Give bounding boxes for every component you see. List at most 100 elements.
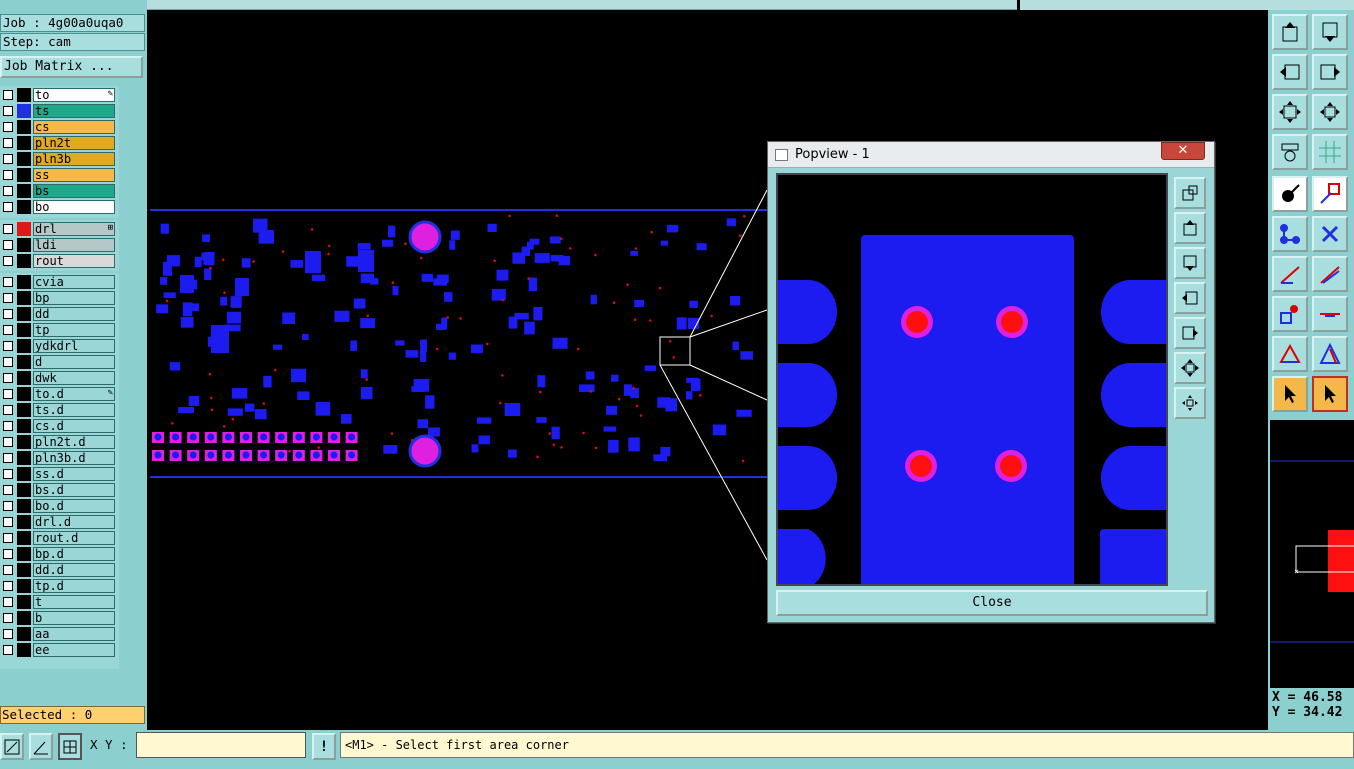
- layer-checkbox[interactable]: [3, 293, 13, 303]
- layer-checkbox[interactable]: [3, 453, 13, 463]
- layer-color-swatch[interactable]: [17, 403, 31, 417]
- layer-row-d[interactable]: d: [0, 354, 117, 370]
- layer-color-swatch[interactable]: [17, 547, 31, 561]
- layer-checkbox[interactable]: [3, 138, 13, 148]
- layer-checkbox[interactable]: [3, 501, 13, 511]
- grid-snap-icon[interactable]: [58, 733, 82, 760]
- popview-canvas[interactable]: [776, 173, 1168, 586]
- layer-row-tp[interactable]: tp: [0, 322, 117, 338]
- layer-name[interactable]: dd.d: [33, 563, 115, 577]
- layer-name[interactable]: ss: [33, 168, 115, 182]
- layer-checkbox[interactable]: [3, 581, 13, 591]
- layer-row-pln2t-d[interactable]: pln2t.d: [0, 434, 117, 450]
- layer-name[interactable]: cs.d: [33, 419, 115, 433]
- layer-color-swatch[interactable]: [17, 222, 31, 236]
- layer-name[interactable]: drl.d: [33, 515, 115, 529]
- layer-checkbox[interactable]: [3, 629, 13, 639]
- layer-color-swatch[interactable]: [17, 371, 31, 385]
- layer-checkbox[interactable]: [3, 373, 13, 383]
- layer-name[interactable]: bo: [33, 200, 115, 214]
- layer-color-swatch[interactable]: [17, 184, 31, 198]
- horizontal-line-icon[interactable]: [1312, 296, 1348, 332]
- net-connect-icon[interactable]: [1272, 216, 1308, 252]
- layer-name[interactable]: bp.d: [33, 547, 115, 561]
- layer-row-bs-d[interactable]: bs.d: [0, 482, 117, 498]
- layer-checkbox[interactable]: [3, 485, 13, 495]
- layer-checkbox[interactable]: [3, 421, 13, 431]
- layer-color-swatch[interactable]: [17, 579, 31, 593]
- layer-checkbox[interactable]: [3, 517, 13, 527]
- pan-up-icon[interactable]: [1272, 14, 1308, 50]
- snap-mode-icon[interactable]: [0, 733, 24, 760]
- measure-icon[interactable]: [29, 733, 53, 760]
- line-blue-icon[interactable]: [1312, 256, 1348, 292]
- layer-row-ss-d[interactable]: ss.d: [0, 466, 117, 482]
- layer-checkbox[interactable]: [3, 341, 13, 351]
- layer-checkbox[interactable]: [3, 240, 13, 250]
- layer-row-to[interactable]: to ✎: [0, 87, 117, 103]
- layer-checkbox[interactable]: [3, 122, 13, 132]
- layer-color-swatch[interactable]: [17, 152, 31, 166]
- layer-name[interactable]: drl: [33, 222, 115, 236]
- popview-pan-right-icon[interactable]: [1174, 317, 1206, 349]
- layer-color-swatch[interactable]: [17, 339, 31, 353]
- layer-row-tp-d[interactable]: tp.d: [0, 578, 117, 594]
- popview-home-icon[interactable]: [1174, 387, 1206, 419]
- layer-checkbox[interactable]: [3, 256, 13, 266]
- popview-pan-left-icon[interactable]: [1174, 282, 1206, 314]
- layer-color-swatch[interactable]: [17, 643, 31, 657]
- layer-checkbox[interactable]: [3, 437, 13, 447]
- layer-name[interactable]: pln2t.d: [33, 435, 115, 449]
- layer-row-aa[interactable]: aa: [0, 626, 117, 642]
- layer-name[interactable]: ldi: [33, 238, 115, 252]
- layer-row-ss[interactable]: ss: [0, 167, 117, 183]
- layer-row-bo[interactable]: bo: [0, 199, 117, 215]
- layer-color-swatch[interactable]: [17, 435, 31, 449]
- layer-row-pln3b[interactable]: pln3b: [0, 151, 117, 167]
- layer-checkbox[interactable]: [3, 154, 13, 164]
- layer-name[interactable]: ee: [33, 643, 115, 657]
- layer-checkbox[interactable]: [3, 90, 13, 100]
- layer-color-swatch[interactable]: [17, 254, 31, 268]
- xy-input[interactable]: [136, 732, 306, 758]
- layer-name[interactable]: tp: [33, 323, 115, 337]
- layer-row-drl-d[interactable]: drl.d: [0, 514, 117, 530]
- layer-name[interactable]: bo.d: [33, 499, 115, 513]
- layer-row-drl[interactable]: drl ⊞: [0, 221, 117, 237]
- layer-color-swatch[interactable]: [17, 563, 31, 577]
- layer-name[interactable]: pln3b: [33, 152, 115, 166]
- layer-checkbox[interactable]: [3, 224, 13, 234]
- layer-row-cs[interactable]: cs: [0, 119, 117, 135]
- layer-color-swatch[interactable]: [17, 451, 31, 465]
- layer-color-swatch[interactable]: [17, 483, 31, 497]
- job-matrix-button[interactable]: Job Matrix ...: [0, 56, 143, 78]
- layer-checkbox[interactable]: [3, 170, 13, 180]
- layer-color-swatch[interactable]: [17, 499, 31, 513]
- layer-row-dd[interactable]: dd: [0, 306, 117, 322]
- layer-checkbox[interactable]: [3, 325, 13, 335]
- layer-color-swatch[interactable]: [17, 531, 31, 545]
- layer-name[interactable]: ydkdrl: [33, 339, 115, 353]
- layer-name[interactable]: rout: [33, 254, 115, 268]
- layer-color-swatch[interactable]: [17, 611, 31, 625]
- layer-color-swatch[interactable]: [17, 168, 31, 182]
- layer-checkbox[interactable]: [3, 389, 13, 399]
- pan-down-icon[interactable]: [1312, 14, 1348, 50]
- layer-row-ee[interactable]: ee: [0, 642, 117, 658]
- layer-row-pln2t[interactable]: pln2t: [0, 135, 117, 151]
- layer-row-bs[interactable]: bs: [0, 183, 117, 199]
- layer-color-swatch[interactable]: [17, 515, 31, 529]
- layer-checkbox[interactable]: [3, 202, 13, 212]
- layer-row-b[interactable]: b: [0, 610, 117, 626]
- layer-row-t[interactable]: t: [0, 594, 117, 610]
- layer-checkbox[interactable]: [3, 565, 13, 575]
- layer-name[interactable]: ts: [33, 104, 115, 118]
- layer-name[interactable]: dd: [33, 307, 115, 321]
- layer-row-dd-d[interactable]: dd.d: [0, 562, 117, 578]
- layer-name[interactable]: ss.d: [33, 467, 115, 481]
- popview-fit-icon[interactable]: [1174, 352, 1206, 384]
- layer-color-swatch[interactable]: [17, 355, 31, 369]
- layer-checkbox[interactable]: [3, 405, 13, 415]
- layer-name[interactable]: pln3b.d: [33, 451, 115, 465]
- layer-name[interactable]: tp.d: [33, 579, 115, 593]
